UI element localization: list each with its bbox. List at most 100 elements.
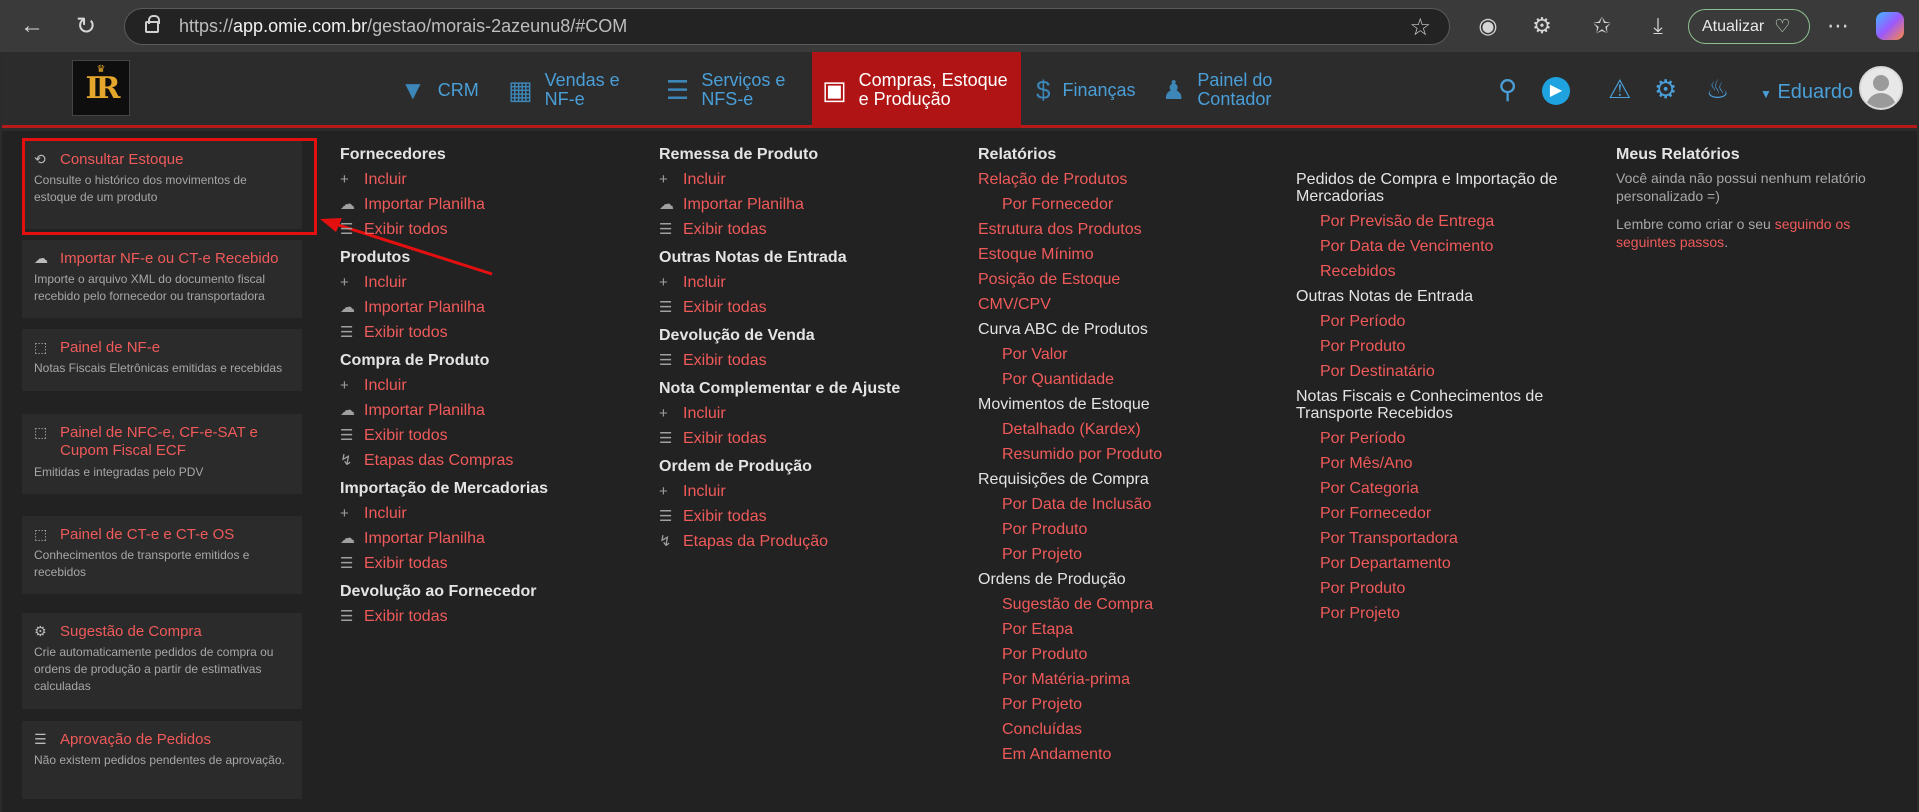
card-painel-nfe[interactable]: ⬚ Painel de NF-e Notas Fiscais Eletrônica… bbox=[22, 329, 302, 391]
devvenda-exibir-link[interactable]: ☰ Exibir todas bbox=[659, 348, 959, 373]
compra-incluir-link[interactable]: + Incluir bbox=[340, 373, 640, 398]
report-link[interactable]: CMV/CPV bbox=[978, 292, 1278, 317]
report-link[interactable]: Por Período bbox=[1296, 309, 1596, 334]
card-aprovacao-pedidos[interactable]: ☰ Aprovação de Pedidos Não existem pedido… bbox=[22, 721, 302, 799]
report-link[interactable]: Por Mês/Ano bbox=[1296, 451, 1596, 476]
download-icon[interactable]: ⤓ bbox=[1644, 12, 1672, 40]
report-link[interactable]: Por Matéria-prima bbox=[978, 667, 1278, 692]
produtos-importar-link[interactable]: ☁ Importar Planilha bbox=[340, 295, 640, 320]
report-link[interactable]: Por Produto bbox=[978, 642, 1278, 667]
report-link[interactable]: Por Data de Inclusão bbox=[978, 492, 1278, 517]
report-link[interactable]: Estrutura dos Produtos bbox=[978, 217, 1278, 242]
play-icon[interactable]: ▶ bbox=[1542, 77, 1570, 105]
report-link[interactable]: Por Destinatário bbox=[1296, 359, 1596, 384]
report-link[interactable]: Por Fornecedor bbox=[1296, 501, 1596, 526]
report-link[interactable]: Por Quantidade bbox=[978, 367, 1278, 392]
menu-compras-estoque[interactable]: ▣ Compras, Estoque e Produção bbox=[812, 52, 1021, 128]
search-icon[interactable]: ⚲ bbox=[1498, 74, 1517, 105]
report-link[interactable]: Por Período bbox=[1296, 426, 1596, 451]
section-title: Devolução de Venda bbox=[659, 327, 815, 344]
checklist-icon: ☰ bbox=[666, 74, 690, 105]
card-sugestao-compra[interactable]: ⚙ Sugestão de Compra Crie automaticamente… bbox=[22, 613, 302, 709]
report-link[interactable]: Detalhado (Kardex) bbox=[978, 417, 1278, 442]
menu-label: Serviços e NFS-e bbox=[701, 70, 786, 109]
report-link[interactable]: Em Andamento bbox=[978, 742, 1278, 767]
report-link[interactable]: Resumido por Produto bbox=[978, 442, 1278, 467]
card-painel-nfce[interactable]: ⬚ Painel de NFC-e, CF-e-SAT e Cupom Fisca… bbox=[22, 414, 302, 494]
gear-icon[interactable]: ⚙ bbox=[1654, 74, 1677, 105]
produtos-exibir-link[interactable]: ☰ Exibir todos bbox=[340, 320, 640, 345]
menu-crm[interactable]: ▼ CRM bbox=[400, 52, 479, 128]
fornecedores-incluir-link[interactable]: + Incluir bbox=[340, 167, 640, 192]
importacao-importar-link[interactable]: ☁ Importar Planilha bbox=[340, 526, 640, 551]
update-button[interactable]: Atualizar ♡ bbox=[1688, 9, 1810, 44]
bell-icon[interactable]: ♨ bbox=[1706, 74, 1729, 105]
card-importar-nfe[interactable]: ☁ Importar NF-e ou CT-e Recebido Importe … bbox=[22, 240, 302, 318]
ordem-incluir-link[interactable]: + Incluir bbox=[659, 479, 959, 504]
report-link[interactable]: Sugestão de Compra bbox=[978, 592, 1278, 617]
report-link[interactable]: Por Categoria bbox=[1296, 476, 1596, 501]
browser-toolbar: ← ↻ https://app.omie.com.br/gestao/morai… bbox=[0, 0, 1919, 52]
ordem-etapas-link[interactable]: ↯ Etapas da Produção bbox=[659, 529, 959, 554]
report-link[interactable]: Por Produto bbox=[1296, 334, 1596, 359]
report-link[interactable]: Por Projeto bbox=[978, 692, 1278, 717]
menu-painel-contador[interactable]: ♟ Painel do Contador bbox=[1162, 52, 1292, 128]
fornecedores-importar-link[interactable]: ☁ Importar Planilha bbox=[340, 192, 640, 217]
report-link[interactable]: Por Valor bbox=[978, 342, 1278, 367]
report-link[interactable]: Por Transportadora bbox=[1296, 526, 1596, 551]
complementar-incluir-link[interactable]: + Incluir bbox=[659, 401, 959, 426]
report-link[interactable]: Por Fornecedor bbox=[978, 192, 1278, 217]
address-bar[interactable]: https://app.omie.com.br/gestao/morais-2a… bbox=[124, 8, 1450, 45]
devolucao-exibir-link[interactable]: ☰ Exibir todas bbox=[340, 604, 640, 629]
puzzle-extension-icon[interactable]: ⚙ bbox=[1528, 12, 1556, 40]
produtos-incluir-link[interactable]: + Incluir bbox=[340, 270, 640, 295]
menu-vendas[interactable]: ▦ Vendas e NF-e bbox=[508, 52, 638, 128]
column-meus-relatorios: Meus Relatórios Você ainda não possui ne… bbox=[1616, 143, 1886, 251]
report-link[interactable]: Por Departamento bbox=[1296, 551, 1596, 576]
report-link[interactable]: Por Previsão de Entrega bbox=[1296, 209, 1596, 234]
report-link[interactable]: Por Data de Vencimento bbox=[1296, 234, 1596, 259]
more-menu-icon[interactable]: ⋯ bbox=[1824, 12, 1852, 40]
security-alert-icon[interactable]: ⚠ bbox=[1608, 74, 1631, 105]
fornecedores-exibir-link[interactable]: ☰ Exibir todos bbox=[340, 217, 640, 242]
report-link[interactable]: Relação de Produtos bbox=[978, 167, 1278, 192]
menu-financas[interactable]: $ Finanças bbox=[1036, 52, 1136, 128]
card-title: Sugestão de Compra bbox=[60, 623, 202, 640]
compra-importar-link[interactable]: ☁ Importar Planilha bbox=[340, 398, 640, 423]
card-painel-cte[interactable]: ⬚ Painel de CT-e e CT-e OS Conhecimentos … bbox=[22, 516, 302, 594]
user-menu[interactable]: ▼ Eduardo bbox=[1760, 81, 1853, 104]
report-link[interactable]: Por Projeto bbox=[978, 542, 1278, 567]
report-link[interactable]: Posição de Estoque bbox=[978, 267, 1278, 292]
compra-etapas-link[interactable]: ↯ Etapas das Compras bbox=[340, 448, 640, 473]
remessa-exibir-link[interactable]: ☰ Exibir todas bbox=[659, 217, 959, 242]
plus-icon: + bbox=[659, 405, 668, 422]
compra-exibir-link[interactable]: ☰ Exibir todos bbox=[340, 423, 640, 448]
report-link[interactable]: Por Produto bbox=[1296, 576, 1596, 601]
ordem-exibir-link[interactable]: ☰ Exibir todas bbox=[659, 504, 959, 529]
cloud-upload-icon: ☁ bbox=[659, 196, 674, 213]
copilot-icon[interactable] bbox=[1876, 12, 1904, 40]
complementar-exibir-link[interactable]: ☰ Exibir todas bbox=[659, 426, 959, 451]
report-link[interactable]: Concluídas bbox=[978, 717, 1278, 742]
report-link[interactable]: Estoque Mínimo bbox=[978, 242, 1278, 267]
report-link[interactable]: Por Produto bbox=[978, 517, 1278, 542]
remessa-incluir-link[interactable]: + Incluir bbox=[659, 167, 959, 192]
menu-servicos[interactable]: ☰ Serviços e NFS-e bbox=[666, 52, 806, 128]
outras-incluir-link[interactable]: + Incluir bbox=[659, 270, 959, 295]
report-link[interactable]: Por Projeto bbox=[1296, 601, 1596, 626]
glasses-extension-icon[interactable]: ◉ bbox=[1474, 12, 1502, 40]
importacao-incluir-link[interactable]: + Incluir bbox=[340, 501, 640, 526]
url-text: https://app.omie.com.br/gestao/morais-2a… bbox=[179, 16, 628, 36]
cloud-upload-icon: ☁ bbox=[340, 299, 355, 316]
report-link[interactable]: Por Etapa bbox=[978, 617, 1278, 642]
favorites-icon[interactable]: ✩ bbox=[1588, 12, 1616, 40]
report-link[interactable]: Recebidos bbox=[1296, 259, 1596, 284]
favorite-star-icon[interactable]: ☆ bbox=[1409, 13, 1431, 42]
reload-icon[interactable]: ↻ bbox=[66, 6, 106, 46]
company-logo[interactable]: ♛ IR bbox=[72, 60, 130, 116]
importacao-exibir-link[interactable]: ☰ Exibir todas bbox=[340, 551, 640, 576]
outras-exibir-link[interactable]: ☰ Exibir todas bbox=[659, 295, 959, 320]
avatar[interactable] bbox=[1859, 66, 1903, 110]
remessa-importar-link[interactable]: ☁ Importar Planilha bbox=[659, 192, 959, 217]
back-arrow-icon[interactable]: ← bbox=[12, 6, 52, 46]
